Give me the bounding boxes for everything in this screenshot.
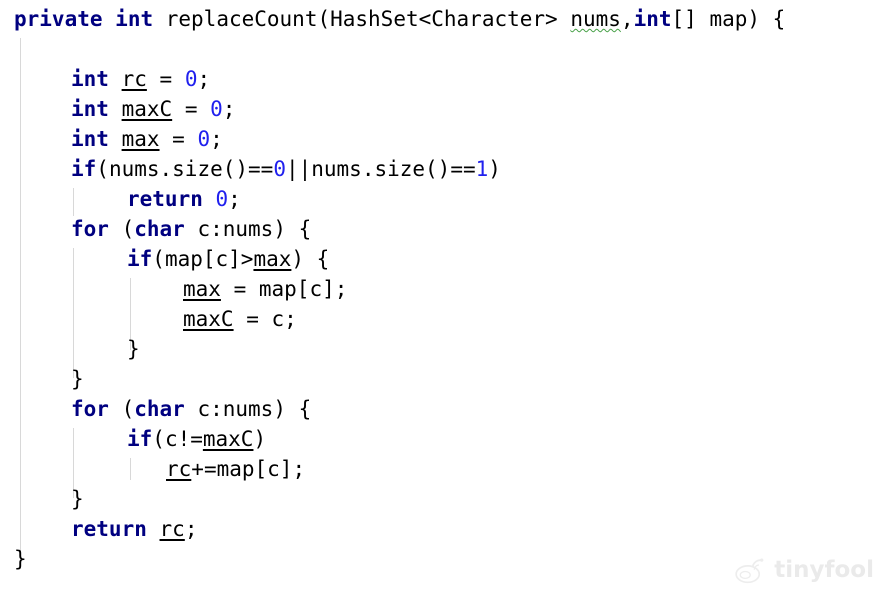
code-line-3[interactable]: int rc = 0; [71,64,210,94]
code-line-15[interactable]: if(c!=maxC) [127,424,266,454]
keyword-char: char [134,397,185,421]
keyword-if: if [127,247,153,271]
keyword-for: for [71,397,109,421]
number-zero: 0 [210,97,223,121]
local-var-maxc: maxC [121,97,173,121]
keyword-char: char [134,217,185,241]
code-line-18[interactable]: return rc; [71,514,197,544]
number-one: 1 [475,157,489,181]
code-line-9[interactable]: if(map[c]>max) { [127,244,329,274]
code-line-11[interactable]: maxC = c; [183,304,297,334]
keyword-for: for [71,217,109,241]
keyword-return: return [71,517,147,541]
closing-brace: } [127,337,140,361]
number-zero: 0 [273,157,286,181]
local-var-max: max [183,277,221,301]
code-line-6[interactable]: if(nums.size()==0||nums.size()==1) [71,154,501,184]
keyword-if: if [71,157,97,181]
code-line-5[interactable]: int max = 0; [71,124,223,154]
param-nums-warning: nums [570,7,621,31]
code-line-19[interactable]: } [14,544,27,574]
code-line-1[interactable]: private int replaceCount(HashSet<Charact… [14,4,785,34]
code-line-14[interactable]: for (char c:nums) { [71,394,311,424]
param-map: [] map) { [671,7,786,31]
keyword-return: return [127,187,203,211]
code-line-13[interactable]: } [71,364,84,394]
keyword-int-array: int [633,7,672,31]
number-zero: 0 [184,67,198,91]
local-var-max: max [121,127,160,151]
number-zero: 0 [197,127,211,151]
code-line-16[interactable]: rc+=map[c]; [166,454,305,484]
method-name-replacecount: replaceCount(HashSet<Character> [153,7,571,31]
keyword-int: int [115,7,154,31]
local-var-rc: rc [159,517,185,541]
code-line-8[interactable]: for (char c:nums) { [71,214,311,244]
local-var-max: max [253,247,292,271]
code-line-17[interactable]: } [71,484,84,514]
number-zero: 0 [215,187,229,211]
local-var-rc: rc [121,67,147,91]
keyword-private: private [14,7,103,31]
code-line-12[interactable]: } [127,334,140,364]
code-editor-canvas: private int replaceCount(HashSet<Charact… [0,0,884,592]
closing-brace: } [71,367,84,391]
code-line-7[interactable]: return 0; [127,184,241,214]
local-var-maxc: maxC [183,307,234,331]
code-lines-container: private int replaceCount(HashSet<Charact… [0,0,884,592]
local-var-rc: rc [166,457,192,481]
closing-brace-method: } [14,547,27,571]
code-line-10[interactable]: max = map[c]; [183,274,347,304]
keyword-if: if [127,427,153,451]
code-line-4[interactable]: int maxC = 0; [71,94,235,124]
closing-brace: } [71,487,84,511]
local-var-maxc: maxC [202,427,254,451]
